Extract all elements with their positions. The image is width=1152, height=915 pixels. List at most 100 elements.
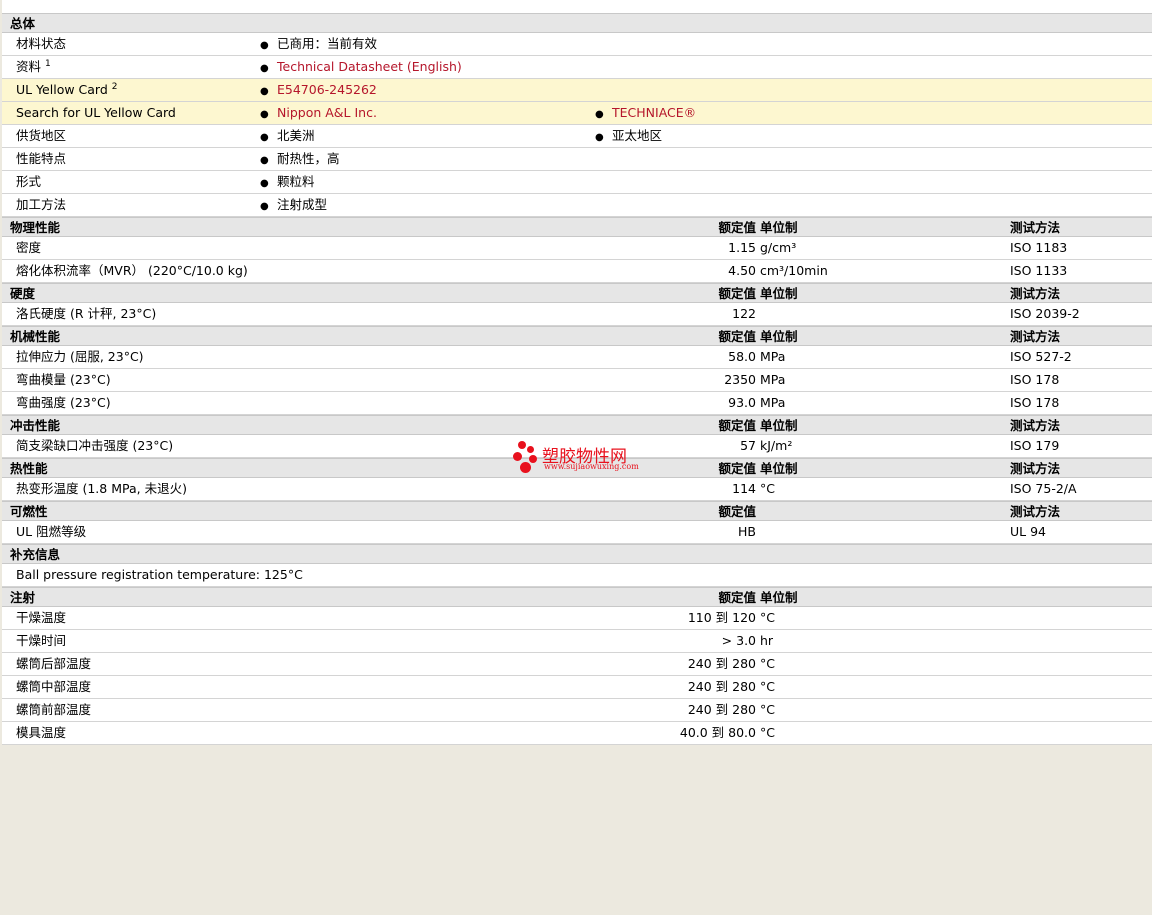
property-unit: g/cm³: [760, 240, 797, 255]
info-row: 加工方法 注射成型: [2, 194, 1152, 217]
injection-row: 干燥时间 > 3.0 hr: [2, 630, 1152, 653]
info-label: 供货地区: [16, 125, 66, 146]
column-value-header: 额定值: [718, 418, 756, 433]
property-row: 弯曲强度 (23°C) 93.0 MPa ISO 178: [2, 392, 1152, 415]
property-value: 57: [740, 438, 756, 453]
property-label: 洛氏硬度 (R 计秤, 23°C): [16, 306, 157, 321]
general-section: 总体材料状态 已商用：当前有效资料 1 Technical Datasheet (E…: [2, 13, 1152, 217]
info-label-text: Search for UL Yellow Card: [16, 105, 176, 120]
info-label-text: 形式: [16, 174, 42, 189]
supplement-section: 补充信息 Ball pressure registration temperatu…: [2, 544, 1152, 587]
datasheet: 总体材料状态 已商用：当前有效资料 1 Technical Datasheet (E…: [2, 0, 1152, 745]
injection-unit: °C: [760, 610, 775, 625]
watermark-logo: 塑胶物性网 www.sujiaowuxing.com: [512, 441, 652, 475]
property-method: ISO 2039-2: [1010, 306, 1080, 321]
injection-label: 螺筒中部温度: [16, 679, 92, 694]
injection-value: 40.0 到 80.0: [679, 725, 756, 740]
info-row: 形式 颗粒料: [2, 171, 1152, 194]
property-value: 114: [732, 481, 756, 496]
property-row: 熔化体积流率（MVR） (220°C/10.0 kg) 4.50 cm³/10min…: [2, 260, 1152, 283]
column-value-header: 额定值: [718, 286, 756, 301]
column-method-header: 测试方法: [1010, 286, 1061, 301]
property-label: 弯曲模量 (23°C): [16, 372, 111, 387]
info-label: 材料状态: [16, 33, 66, 54]
property-method: ISO 1183: [1010, 240, 1068, 255]
column-unit-header: 单位制: [760, 461, 798, 476]
property-label: 密度: [16, 240, 42, 255]
property-label: 拉伸应力 (屈服, 23°C): [16, 349, 144, 364]
bullet-item[interactable]: Nippon A&L Inc.: [260, 102, 377, 125]
property-value: 1.15: [728, 240, 756, 255]
injection-unit: °C: [760, 656, 775, 671]
info-label-text: 性能特点: [16, 151, 67, 166]
property-row: 热变形温度 (1.8 MPa, 未退火) 114 °C ISO 75-2/A: [2, 478, 1152, 501]
column-value-header: 额定值: [718, 590, 756, 605]
info-link[interactable]: E54706-245262: [277, 82, 377, 97]
property-row: 洛氏硬度 (R 计秤, 23°C) 122 ISO 2039-2: [2, 303, 1152, 326]
info-label-text: UL Yellow Card: [16, 82, 108, 97]
column-method-header: 测试方法: [1010, 418, 1061, 433]
info-label-text: 材料状态: [16, 36, 67, 51]
column-method-header: 测试方法: [1010, 220, 1061, 235]
property-unit: cm³/10min: [760, 263, 828, 278]
property-unit: MPa: [760, 395, 786, 410]
info-label: Search for UL Yellow Card: [16, 102, 176, 123]
info-link[interactable]: Technical Datasheet (English): [277, 59, 462, 74]
injection-value: 240 到 280: [687, 656, 756, 671]
supplement-text: Ball pressure registration temperature: …: [16, 567, 303, 582]
section-header: 注射 额定值 单位制: [2, 587, 1152, 607]
section-title: 热性能: [10, 461, 48, 476]
info-value: 耐热性，高: [277, 151, 340, 166]
info-value: 北美洲: [277, 128, 315, 143]
info-label-text: 资料: [16, 59, 42, 74]
injection-value: 240 到 280: [687, 679, 756, 694]
column-value-header: 额定值: [718, 461, 756, 476]
info-link[interactable]: TECHNIACE®: [612, 105, 696, 120]
section-title: 机械性能: [10, 329, 61, 344]
section-header: 补充信息: [2, 544, 1152, 564]
property-unit: MPa: [760, 372, 786, 387]
info-row: 资料 1 Technical Datasheet (English): [2, 56, 1152, 79]
injection-row: 模具温度 40.0 到 80.0 °C: [2, 722, 1152, 745]
injection-row: 螺筒后部温度 240 到 280 °C: [2, 653, 1152, 676]
property-unit: kJ/m²: [760, 438, 793, 453]
bullet-item: 耐热性，高: [260, 148, 340, 171]
section-title: 总体: [10, 16, 36, 31]
injection-label: 干燥温度: [16, 610, 67, 625]
column-value-header: 额定值: [718, 220, 756, 235]
property-value: HB: [738, 524, 756, 539]
property-row: 拉伸应力 (屈服, 23°C) 58.0 MPa ISO 527-2: [2, 346, 1152, 369]
injection-row: 干燥温度 110 到 120 °C: [2, 607, 1152, 630]
injection-section: 注射 额定值 单位制 干燥温度 110 到 120 °C 干燥时间 > 3.0 hr 螺筒后部温度…: [2, 587, 1152, 745]
bullet-item[interactable]: TECHNIACE®: [595, 102, 696, 125]
injection-label: 干燥时间: [16, 633, 67, 648]
property-label: UL 阻燃等级: [16, 524, 87, 539]
info-label-text: 供货地区: [16, 128, 67, 143]
property-label: 简支梁缺口冲击强度 (23°C): [16, 438, 174, 453]
property-value: 2350: [724, 372, 756, 387]
bullet-item[interactable]: Technical Datasheet (English): [260, 56, 462, 79]
bullet-item[interactable]: E54706-245262: [260, 79, 377, 102]
injection-value: 240 到 280: [687, 702, 756, 717]
column-method-header: 测试方法: [1010, 329, 1061, 344]
property-label: 弯曲强度 (23°C): [16, 395, 111, 410]
properties-sections: 物理性能 额定值 单位制 测试方法 密度 1.15 g/cm³ ISO 1183 熔化体积流率（…: [2, 217, 1152, 544]
property-value: 4.50: [728, 263, 756, 278]
property-method: ISO 178: [1010, 395, 1060, 410]
bullet-item: 亚太地区: [595, 125, 662, 148]
column-unit-header: 单位制: [760, 329, 798, 344]
injection-value: > 3.0: [721, 633, 756, 648]
section-title: 冲击性能: [10, 418, 61, 433]
info-link[interactable]: Nippon A&L Inc.: [277, 105, 377, 120]
info-row: Search for UL Yellow Card Nippon A&L Inc.…: [2, 102, 1152, 125]
property-method: ISO 179: [1010, 438, 1060, 453]
section-header: 总体: [2, 13, 1152, 33]
column-unit-header: 单位制: [760, 590, 798, 605]
info-label: 资料 1: [16, 56, 51, 77]
property-value: 58.0: [728, 349, 756, 364]
bullet-item: 已商用：当前有效: [260, 33, 377, 56]
info-row: UL Yellow Card 2 E54706-245262: [2, 79, 1152, 102]
bullet-item: 北美洲: [260, 125, 315, 148]
injection-row: 螺筒前部温度 240 到 280 °C: [2, 699, 1152, 722]
property-method: ISO 527-2: [1010, 349, 1072, 364]
